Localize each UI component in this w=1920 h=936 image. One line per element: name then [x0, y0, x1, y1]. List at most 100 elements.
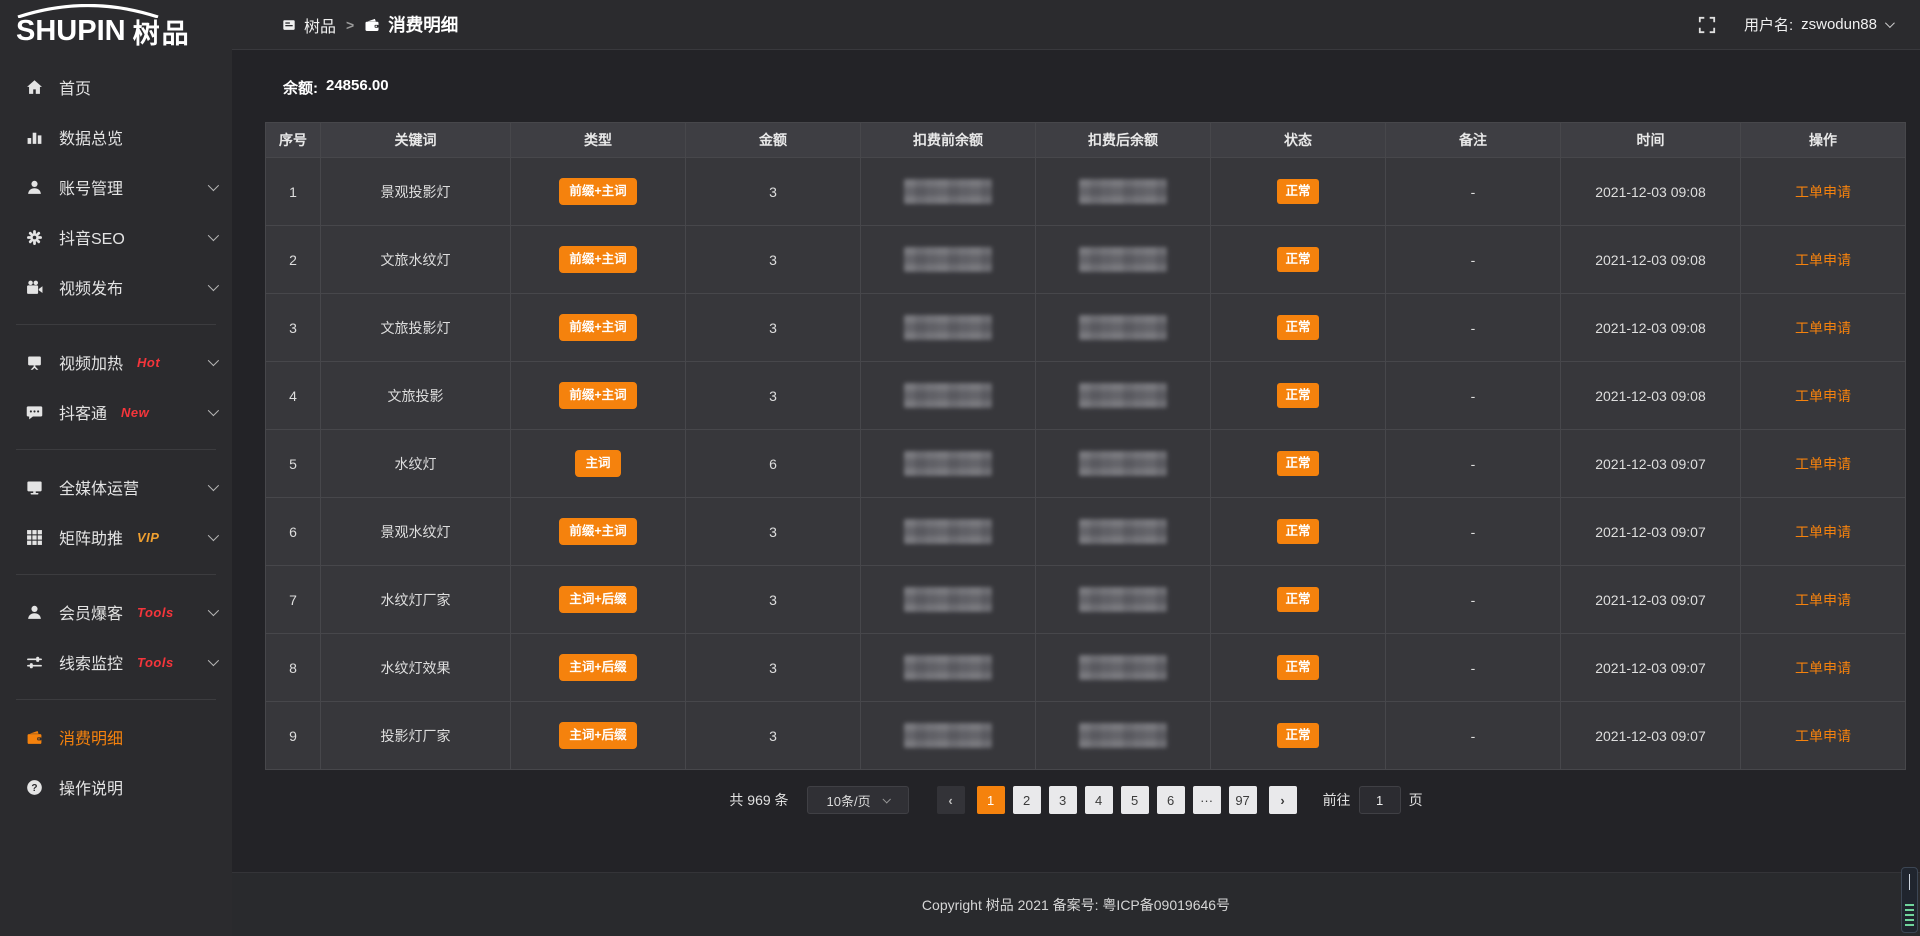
chevron-down-icon — [208, 655, 219, 666]
type-badge: 主词 — [575, 450, 620, 477]
consumption-table: 序号关键词类型金额扣费前余额扣费后余额状态备注时间操作 1 景观投影灯 前缀+主… — [265, 122, 1906, 770]
sidebar-item-视频加热[interactable]: 视频加热 Hot — [0, 337, 232, 387]
sidebar-item-首页[interactable]: 首页 — [0, 62, 232, 112]
table-row: 5 水纹灯 主词 6 正常 - 2021-12-03 09:07 工单申请 — [266, 430, 1906, 498]
chevron-down-icon — [208, 180, 219, 191]
page-more-button[interactable]: ··· — [1193, 786, 1221, 814]
brand-logo[interactable]: SHUPIN 树品 — [0, 0, 232, 62]
goto-page-input[interactable] — [1359, 786, 1401, 814]
type-badge: 前缀+主词 — [559, 178, 636, 205]
type-badge: 主词+后缀 — [559, 586, 636, 613]
sidebar-item-全媒体运营[interactable]: 全媒体运营 — [0, 462, 232, 512]
sidebar-item-账号管理[interactable]: 账号管理 — [0, 162, 232, 212]
page-button-97[interactable]: 97 — [1229, 786, 1257, 814]
cell-amount: 3 — [686, 158, 861, 226]
fullscreen-icon[interactable] — [1698, 16, 1716, 34]
wallet-icon — [26, 729, 46, 746]
work-order-link[interactable]: 工单申请 — [1795, 456, 1851, 472]
prev-page-button[interactable]: ‹ — [937, 786, 965, 814]
cell-remark: - — [1386, 226, 1561, 294]
sidebar-item-线索监控[interactable]: 线索监控 Tools — [0, 637, 232, 687]
page-button-2[interactable]: 2 — [1013, 786, 1041, 814]
work-order-link[interactable]: 工单申请 — [1795, 388, 1851, 404]
cell-time: 2021-12-03 09:07 — [1561, 430, 1741, 498]
breadcrumb-root[interactable]: 树品 — [282, 13, 336, 37]
cell-amount: 3 — [686, 702, 861, 770]
cell-seq: 4 — [266, 362, 321, 430]
sidebar-item-会员爆客[interactable]: 会员爆客 Tools — [0, 587, 232, 637]
page-buttons: 123456 ··· 97 — [977, 786, 1257, 814]
page-size-select[interactable]: 10条/页 — [807, 786, 909, 814]
page-button-3[interactable]: 3 — [1049, 786, 1077, 814]
status-badge: 正常 — [1277, 451, 1318, 476]
cell-seq: 1 — [266, 158, 321, 226]
top-bar: 树品 > 消费明细 用户名: zswodun88 — [232, 0, 1920, 50]
browser-extension-widget[interactable] — [1901, 867, 1918, 933]
cell-balance-before — [861, 430, 1036, 498]
masked-balance-before — [904, 179, 992, 204]
cell-balance-before — [861, 362, 1036, 430]
sidebar-item-消费明细[interactable]: 消费明细 — [0, 712, 232, 762]
work-order-link[interactable]: 工单申请 — [1795, 184, 1851, 200]
sidebar-item-抖客通[interactable]: 抖客通 New — [0, 387, 232, 437]
cell-status: 正常 — [1211, 566, 1386, 634]
cell-remark: - — [1386, 498, 1561, 566]
column-header-金额: 金额 — [686, 123, 861, 158]
status-badge: 正常 — [1277, 247, 1318, 272]
column-header-扣费后余额: 扣费后余额 — [1036, 123, 1211, 158]
page-button-4[interactable]: 4 — [1085, 786, 1113, 814]
work-order-link[interactable]: 工单申请 — [1795, 660, 1851, 676]
user-menu[interactable]: 用户名: zswodun88 — [1744, 14, 1892, 35]
sidebar-item-操作说明[interactable]: ? 操作说明 — [0, 762, 232, 812]
sidebar-item-抖音SEO[interactable]: 抖音SEO — [0, 212, 232, 262]
cell-balance-after — [1036, 430, 1211, 498]
status-badge: 正常 — [1277, 315, 1318, 340]
work-order-link[interactable]: 工单申请 — [1795, 252, 1851, 268]
cell-amount: 6 — [686, 430, 861, 498]
widget-handle — [1909, 874, 1911, 890]
cell-type: 前缀+主词 — [511, 158, 686, 226]
sidebar-menu: 首页 数据总览 账号管理 抖音SEO 视频发布 视频加热 Hot 抖客通 New… — [0, 62, 232, 812]
cell-time: 2021-12-03 09:07 — [1561, 498, 1741, 566]
sidebar-item-视频发布[interactable]: 视频发布 — [0, 262, 232, 312]
cell-remark: - — [1386, 430, 1561, 498]
breadcrumb-root-label: 树品 — [304, 13, 336, 37]
work-order-link[interactable]: 工单申请 — [1795, 592, 1851, 608]
sidebar-item-数据总览[interactable]: 数据总览 — [0, 112, 232, 162]
column-header-时间: 时间 — [1561, 123, 1741, 158]
cell-time: 2021-12-03 09:07 — [1561, 566, 1741, 634]
user-icon — [26, 179, 46, 196]
sidebar-item-label: 操作说明 — [59, 775, 123, 799]
next-page-button[interactable]: › — [1269, 786, 1297, 814]
cell-balance-after — [1036, 294, 1211, 362]
status-badge: 正常 — [1277, 723, 1318, 748]
type-badge: 主词+后缀 — [559, 722, 636, 749]
cell-action: 工单申请 — [1741, 362, 1906, 430]
work-order-link[interactable]: 工单申请 — [1795, 728, 1851, 744]
page-button-1[interactable]: 1 — [977, 786, 1005, 814]
work-order-link[interactable]: 工单申请 — [1795, 524, 1851, 540]
table-row: 4 文旅投影 前缀+主词 3 正常 - 2021-12-03 09:08 工单申… — [266, 362, 1906, 430]
table-row: 7 水纹灯厂家 主词+后缀 3 正常 - 2021-12-03 09:07 工单… — [266, 566, 1906, 634]
page-button-6[interactable]: 6 — [1157, 786, 1185, 814]
cell-type: 前缀+主词 — [511, 226, 686, 294]
work-order-link[interactable]: 工单申请 — [1795, 320, 1851, 336]
cell-balance-before — [861, 294, 1036, 362]
masked-balance-after — [1079, 723, 1167, 748]
video-icon — [26, 279, 46, 296]
chat-icon — [26, 404, 46, 421]
cell-time: 2021-12-03 09:08 — [1561, 294, 1741, 362]
cell-keyword: 投影灯厂家 — [321, 702, 511, 770]
masked-balance-after — [1079, 655, 1167, 680]
sidebar-item-label: 线索监控 — [59, 650, 123, 674]
cell-status: 正常 — [1211, 158, 1386, 226]
masked-balance-after — [1079, 179, 1167, 204]
status-badge: 正常 — [1277, 587, 1318, 612]
sidebar-item-badge: Hot — [137, 355, 160, 370]
chevron-down-icon — [208, 605, 219, 616]
sidebar-item-矩阵助推[interactable]: 矩阵助推 VIP — [0, 512, 232, 562]
cell-remark: - — [1386, 362, 1561, 430]
sidebar-divider — [16, 324, 216, 325]
page-button-5[interactable]: 5 — [1121, 786, 1149, 814]
breadcrumb-current[interactable]: 消费明细 — [364, 12, 458, 37]
